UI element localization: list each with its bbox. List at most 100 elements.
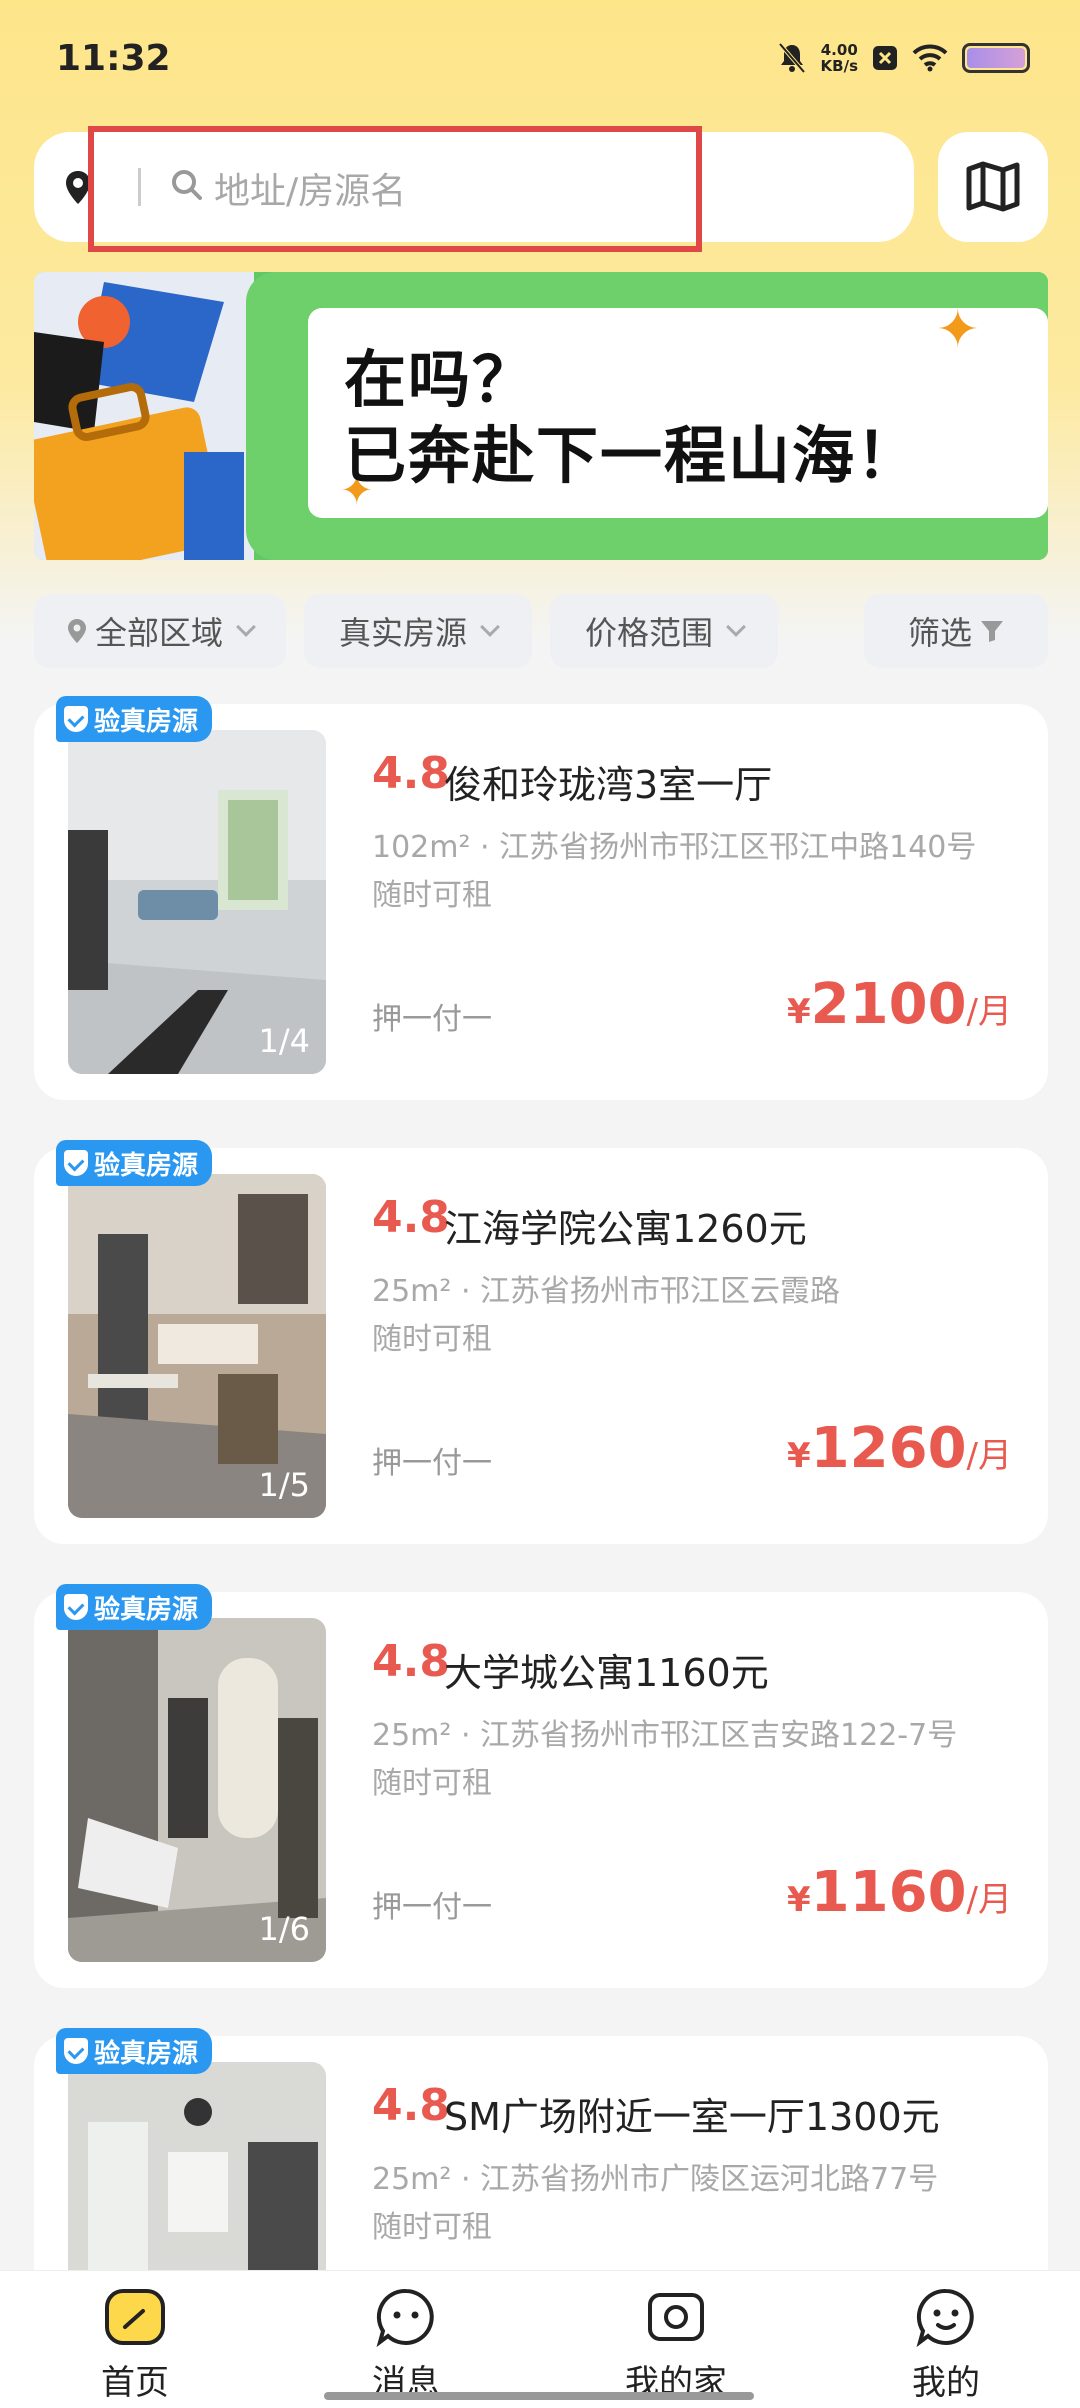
- filter-price-label: 价格范围: [584, 614, 713, 652]
- shield-check-icon: [64, 2038, 88, 2064]
- listing-area: 102m²: [372, 830, 471, 865]
- banner-line2: 已奔赴下一程山海！: [344, 419, 921, 492]
- home-indicator: [324, 2392, 754, 2400]
- price-currency: ¥: [787, 992, 811, 1032]
- shield-check-icon: [64, 1594, 88, 1620]
- search-highlight-box: [88, 126, 702, 252]
- listing-rating: 4.8: [372, 1192, 450, 1243]
- listing-deposit: 押一付一: [372, 1890, 492, 1925]
- shield-check-icon: [64, 1150, 88, 1176]
- photo-counter: 1/4: [258, 1022, 311, 1060]
- chevron-down-icon: [726, 617, 746, 637]
- filter-real-listings[interactable]: 真实房源: [304, 594, 532, 668]
- listing-rating: 4.8: [372, 748, 450, 799]
- verified-badge-label: 验真房源: [94, 1594, 199, 1625]
- price-currency: ¥: [787, 1436, 811, 1476]
- wifi-icon: [912, 44, 948, 72]
- listing-meta: 102m² · 江苏省扬州市邗江区邗江中路140号: [372, 830, 977, 865]
- listing-title: 江海学院公寓1260元: [444, 1207, 807, 1251]
- status-bar: 11:32 4.00 KB/s: [0, 0, 1080, 120]
- star-icon: ✦: [936, 300, 980, 360]
- shield-check-icon: [64, 706, 88, 732]
- home-icon: [105, 2289, 165, 2345]
- status-icons: 4.00 KB/s: [777, 42, 1030, 74]
- filter-more-label: 筛选: [907, 614, 972, 652]
- listing-title: SM广场附近一室一厅1300元: [444, 2095, 940, 2139]
- listing-rating: 4.8: [372, 2080, 450, 2131]
- bottom-nav: 首页 消息 我的家 我的: [0, 2270, 1080, 2408]
- mute-bell-icon: [778, 42, 806, 74]
- listing-area: 25m²: [372, 1718, 452, 1753]
- banner-travel-illustration: [34, 272, 254, 560]
- photo-counter: 1/5: [258, 1466, 311, 1504]
- search-row: 地址/房源名: [34, 126, 1048, 252]
- listing-title: 大学城公寓1160元: [444, 1651, 769, 1695]
- map-icon: [966, 161, 1020, 212]
- filter-area[interactable]: 全部区域: [34, 594, 286, 668]
- price-amount: 2100: [810, 972, 967, 1037]
- listing-area: 25m²: [372, 2162, 452, 2197]
- net-speed-unit: KB/s: [820, 57, 858, 75]
- filter-icon: [981, 621, 1003, 642]
- nav-home-label: 首页: [101, 2363, 169, 2403]
- listing-availability: 随时可租: [372, 878, 492, 913]
- battery-level: [967, 48, 1025, 68]
- profile-icon: [916, 2288, 974, 2347]
- net-speed-value: 4.00: [820, 41, 858, 59]
- chevron-down-icon: [480, 617, 500, 637]
- listing-card[interactable]: 验真房源 1/4 4.8 俊和玲珑湾3室一厅 102m² · 江苏省扬州市邗江区…: [34, 696, 1048, 1100]
- promo-banner[interactable]: ✦ ✦ 在吗？ 已奔赴下一程山海！: [34, 272, 1048, 560]
- price-currency: ¥: [787, 1880, 811, 1920]
- listing-price: ¥2100/月: [787, 972, 1012, 1037]
- chevron-down-icon: [236, 617, 256, 637]
- price-unit: /月: [966, 992, 1012, 1032]
- listing-meta: 25m² · 江苏省扬州市邗江区吉安路122-7号: [372, 1718, 958, 1753]
- listing-photo[interactable]: 1/6: [68, 1618, 326, 1962]
- filter-row: 全部区域 真实房源 价格范围 筛选: [34, 594, 1048, 670]
- verified-badge-label: 验真房源: [94, 1150, 199, 1181]
- listing-photo[interactable]: 1/5: [68, 1174, 326, 1518]
- nav-my-home[interactable]: 我的家: [596, 2281, 756, 2404]
- verified-badge: 验真房源: [56, 2028, 213, 2074]
- price-unit: /月: [966, 1880, 1012, 1920]
- battery-icon: [962, 43, 1030, 73]
- filter-area-label: 全部区域: [94, 614, 223, 652]
- location-pin-icon: [67, 619, 86, 643]
- map-button[interactable]: [938, 132, 1048, 242]
- listing-address: 江苏省扬州市广陵区运河北路77号: [480, 2162, 939, 2197]
- listing-availability: 随时可租: [372, 1322, 492, 1357]
- nav-messages[interactable]: 消息: [326, 2281, 486, 2404]
- price-unit: /月: [966, 1436, 1012, 1476]
- listing-card[interactable]: 验真房源 1/6 4.8 大学城公寓1160元 25m² · 江苏省扬州市邗江区…: [34, 1584, 1048, 1988]
- filter-more[interactable]: 筛选: [864, 594, 1048, 668]
- listing-card[interactable]: 验真房源 1/5 4.8 江海学院公寓1260元 25m² · 江苏省扬州市邗江…: [34, 1140, 1048, 1544]
- listing-address: 江苏省扬州市邗江区云霞路: [480, 1274, 841, 1309]
- listing-address: 江苏省扬州市邗江区吉安路122-7号: [480, 1718, 958, 1753]
- listing-title: 俊和玲珑湾3室一厅: [444, 763, 773, 807]
- net-speed: 4.00 KB/s: [821, 42, 858, 74]
- x-box-icon: [873, 46, 897, 70]
- listing-address: 江苏省扬州市邗江区邗江中路140号: [499, 830, 977, 865]
- filter-real-label: 真实房源: [338, 614, 467, 652]
- listing-area: 25m²: [372, 1274, 452, 1309]
- camera-home-icon: [648, 2293, 704, 2341]
- listing-price: ¥1260/月: [787, 1416, 1012, 1481]
- listing-deposit: 押一付一: [372, 1446, 492, 1481]
- status-time: 11:32: [56, 38, 171, 79]
- listing-availability: 随时可租: [372, 2210, 492, 2245]
- listing-availability: 随时可租: [372, 1766, 492, 1801]
- filter-price-range[interactable]: 价格范围: [550, 594, 778, 668]
- verified-badge: 验真房源: [56, 696, 213, 742]
- nav-home[interactable]: 首页: [55, 2281, 215, 2404]
- nav-profile[interactable]: 我的: [866, 2281, 1026, 2404]
- listing-meta: 25m² · 江苏省扬州市邗江区云霞路: [372, 1274, 841, 1309]
- listing-photo[interactable]: 1/4: [68, 730, 326, 1074]
- listing-meta: 25m² · 江苏省扬州市广陵区运河北路77号: [372, 2162, 939, 2197]
- photo-counter: 1/6: [258, 1910, 311, 1948]
- price-amount: 1260: [810, 1416, 967, 1481]
- verified-badge: 验真房源: [56, 1584, 213, 1630]
- verified-badge: 验真房源: [56, 1140, 213, 1186]
- listing-price: ¥1160/月: [787, 1860, 1012, 1925]
- listing-rating: 4.8: [372, 1636, 450, 1687]
- message-icon: [376, 2288, 434, 2347]
